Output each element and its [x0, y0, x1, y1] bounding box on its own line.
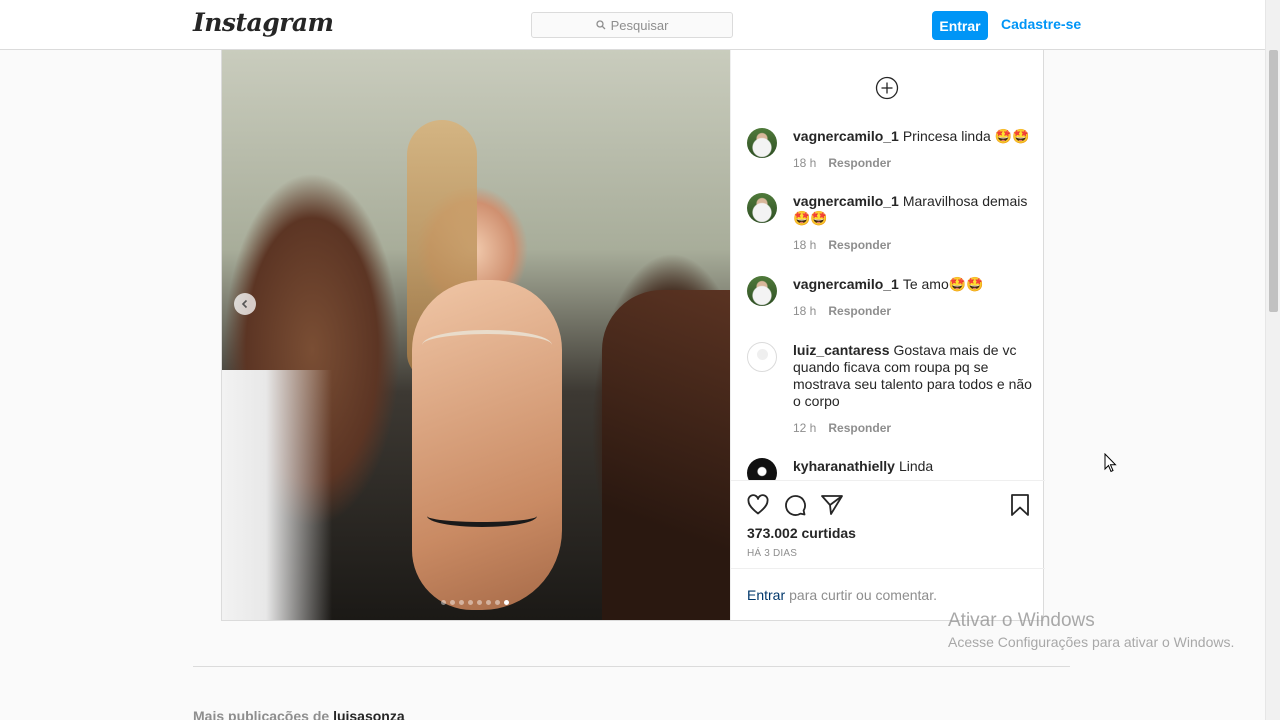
- comment-username[interactable]: vagnercamilo_1: [793, 193, 899, 209]
- comment-meta: 18 h Responder: [793, 238, 1032, 252]
- more-posts-account-link[interactable]: luisasonza: [333, 708, 405, 720]
- search-input[interactable]: Pesquisar: [531, 12, 733, 38]
- comment-meta: 12 h Responder: [793, 421, 1032, 435]
- mouse-cursor-icon: [1104, 453, 1117, 473]
- login-button[interactable]: Entrar: [932, 11, 988, 40]
- comment-meta: 18 h Responder: [793, 304, 1032, 318]
- comment-item: vagnercamilo_1 Maravilhosa demais 🤩🤩 18 h…: [747, 193, 1032, 252]
- carousel-dot: [495, 600, 500, 605]
- post-timestamp: HÁ 3 DIAS: [747, 548, 798, 559]
- more-posts-prefix: Mais publicações de: [193, 708, 330, 720]
- search-icon: [595, 20, 606, 30]
- carousel-dot: [477, 600, 482, 605]
- carousel-indicator: [441, 600, 509, 605]
- carousel-previous-button[interactable]: [234, 293, 256, 315]
- comment-item: luiz_cantaress Gostava mais de vc quando …: [747, 342, 1032, 435]
- post-photo[interactable]: [222, 50, 730, 620]
- avatar[interactable]: [747, 458, 777, 480]
- comment-username[interactable]: kyharanathielly: [793, 458, 895, 474]
- comment-time: 18 h: [793, 156, 817, 170]
- avatar[interactable]: [747, 342, 777, 372]
- heart-icon[interactable]: [746, 493, 770, 517]
- reply-button[interactable]: Responder: [828, 238, 891, 252]
- comment-username[interactable]: luiz_cantaress: [793, 342, 890, 358]
- instagram-logo[interactable]: Instagram: [193, 8, 334, 37]
- comment-body: Linda: [898, 458, 934, 474]
- comment-username[interactable]: vagnercamilo_1: [793, 128, 899, 144]
- comment-text: kyharanathielly Linda: [793, 458, 1032, 475]
- comment-body: Princesa linda 🤩🤩: [902, 128, 1030, 144]
- comment-icon[interactable]: [783, 493, 807, 517]
- carousel-dot: [441, 600, 446, 605]
- windows-activation-title: Ativar o Windows: [948, 610, 1095, 631]
- chevron-left-icon: [241, 299, 248, 309]
- comment-time: 18 h: [793, 238, 817, 252]
- carousel-dot: [486, 600, 491, 605]
- photo-region: [422, 330, 552, 360]
- comment-item: vagnercamilo_1 Te amo🤩🤩 18 h Responder: [747, 276, 1032, 318]
- bookmark-icon[interactable]: [1008, 493, 1032, 517]
- page-scrollbar[interactable]: [1265, 0, 1280, 720]
- section-divider: [193, 666, 1070, 667]
- post-actions: 373.002 curtidas HÁ 3 DIAS: [731, 480, 1045, 568]
- signup-link[interactable]: Cadastre-se: [1001, 16, 1081, 32]
- scrollbar-thumb[interactable]: [1269, 50, 1278, 312]
- comment-item: vagnercamilo_1 Princesa linda 🤩🤩 18 h Resp…: [747, 128, 1032, 170]
- avatar[interactable]: [747, 276, 777, 306]
- comments-list[interactable]: vagnercamilo_1 Princesa linda 🤩🤩 18 h Resp…: [731, 50, 1045, 480]
- carousel-dot: [459, 600, 464, 605]
- share-icon[interactable]: [820, 493, 844, 517]
- post-side-panel: vagnercamilo_1 Princesa linda 🤩🤩 18 h Resp…: [730, 50, 1045, 620]
- photo-region: [222, 370, 332, 620]
- post-card: vagnercamilo_1 Princesa linda 🤩🤩 18 h Resp…: [221, 50, 1045, 621]
- top-navigation-bar: Instagram Pesquisar Entrar Cadastre-se: [0, 0, 1265, 50]
- carousel-dot: [468, 600, 473, 605]
- comment-item: kyharanathielly Linda: [747, 458, 1032, 480]
- comment-username[interactable]: vagnercamilo_1: [793, 276, 899, 292]
- reply-button[interactable]: Responder: [828, 304, 891, 318]
- windows-activation-subtitle: Acesse Configurações para ativar o Windo…: [948, 634, 1235, 650]
- search-placeholder: Pesquisar: [610, 17, 669, 33]
- photo-region: [427, 505, 537, 527]
- more-posts-heading: Mais publicações de luisasonza: [193, 708, 405, 720]
- comment-text: vagnercamilo_1 Maravilhosa demais 🤩🤩: [793, 193, 1032, 227]
- carousel-dot: [504, 600, 509, 605]
- avatar[interactable]: [747, 193, 777, 223]
- comment-time: 18 h: [793, 304, 817, 318]
- comment-meta: 18 h Responder: [793, 156, 1032, 170]
- carousel-dot: [450, 600, 455, 605]
- comment-time: 12 h: [793, 421, 817, 435]
- likes-count[interactable]: 373.002 curtidas: [747, 525, 856, 541]
- comment-body: Te amo🤩🤩: [902, 276, 984, 292]
- login-prompt-text: para curtir ou comentar.: [789, 586, 937, 603]
- comment-text: vagnercamilo_1 Princesa linda 🤩🤩: [793, 128, 1032, 145]
- login-link[interactable]: Entrar: [747, 587, 785, 603]
- reply-button[interactable]: Responder: [828, 421, 891, 435]
- load-more-comments-icon[interactable]: [875, 76, 899, 100]
- avatar[interactable]: [747, 128, 777, 158]
- photo-region: [602, 290, 730, 620]
- comment-text: vagnercamilo_1 Te amo🤩🤩: [793, 276, 1032, 293]
- reply-button[interactable]: Responder: [828, 156, 891, 170]
- comment-text: luiz_cantaress Gostava mais de vc quando …: [793, 342, 1032, 410]
